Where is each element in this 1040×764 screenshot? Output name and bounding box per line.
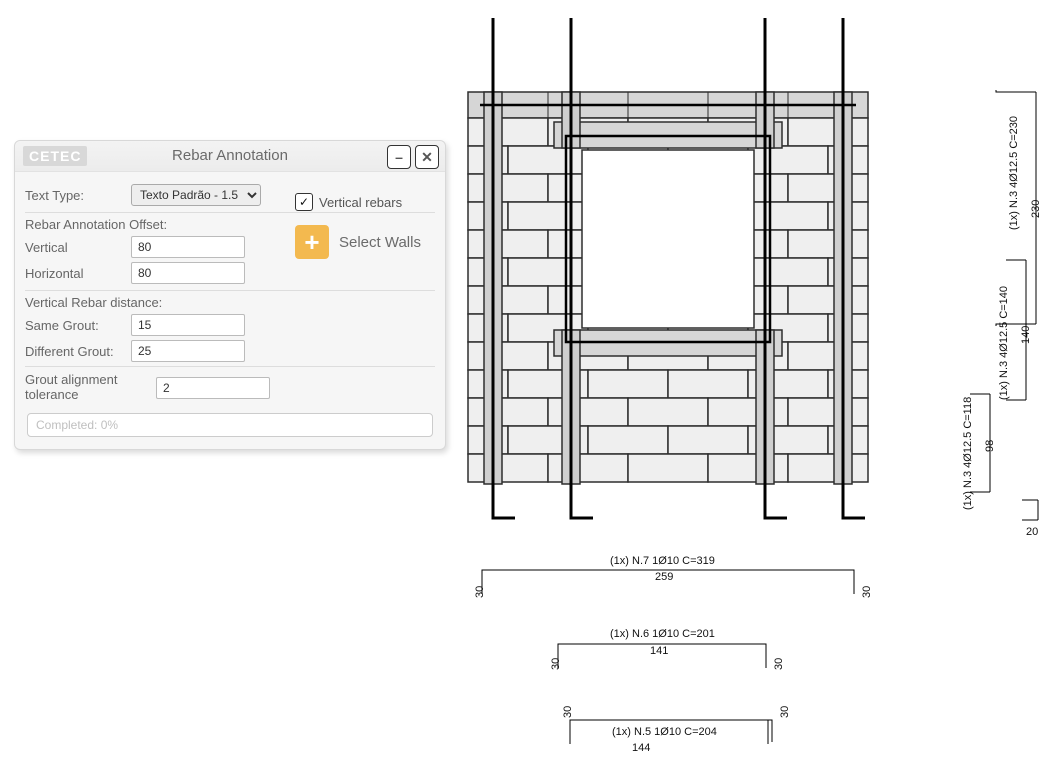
panel-right-column: ✓ Vertical rebars + Select Walls — [295, 193, 421, 259]
vdim-0-spec: (1x) N.3 4Ø12.5 C=230 — [1008, 116, 1020, 230]
panel-title: Rebar Annotation — [15, 141, 445, 171]
select-walls-label: Select Walls — [339, 234, 421, 251]
plus-icon: + — [295, 225, 329, 259]
vdim-1-spec: (1x) N.3 4Ø12.5 C=140 — [998, 286, 1010, 400]
same-grout-label: Same Grout: — [25, 318, 125, 333]
hdim-1-mid: 141 — [650, 645, 668, 657]
drawing-svg: .blk { fill:#efefef; stroke:#2e2e2e; str… — [450, 0, 1040, 764]
vertical-rebars-label: Vertical rebars — [319, 195, 402, 210]
text-type-select[interactable]: Texto Padrão - 1.5 — [131, 184, 261, 206]
vdim-bottom: 20 — [1026, 526, 1038, 538]
vdim-2-mid: 98 — [984, 440, 996, 452]
wall-drawing: .blk { fill:#efefef; stroke:#2e2e2e; str… — [450, 0, 1040, 764]
close-button[interactable]: ✕ — [415, 145, 439, 169]
hdim-1-left: 30 — [550, 658, 562, 670]
grout-tolerance-label: Grout alignment tolerance — [25, 373, 150, 403]
select-walls-button[interactable]: + Select Walls — [295, 225, 421, 259]
hdim-2-spec: (1x) N.5 1Ø10 C=204 — [612, 726, 717, 738]
vertical-offset-label: Vertical — [25, 240, 125, 255]
same-grout-input[interactable] — [131, 314, 245, 336]
progress-text: Completed: 0% — [36, 418, 118, 432]
hdim-2-left: 30 — [562, 706, 574, 718]
diff-grout-label: Different Grout: — [25, 344, 125, 359]
panel-titlebar[interactable]: CETEC Rebar Annotation – ✕ — [15, 141, 445, 172]
hdim-0-left: 30 — [474, 586, 486, 598]
hdim-1-spec: (1x) N.6 1Ø10 C=201 — [610, 628, 715, 640]
rebar-annotation-panel: CETEC Rebar Annotation – ✕ Text Type: Te… — [14, 140, 446, 450]
diff-grout-input[interactable] — [131, 340, 245, 362]
progress-bar: Completed: 0% — [27, 413, 433, 437]
hdim-0-mid: 259 — [655, 571, 673, 583]
vdim-1-mid: 140 — [1020, 326, 1032, 344]
grout-tolerance-input[interactable] — [156, 377, 270, 399]
vdim-0-mid: 230 — [1030, 200, 1040, 218]
hdim-2-mid: 144 — [632, 742, 650, 754]
text-type-label: Text Type: — [25, 188, 125, 203]
hdim-2-right: 30 — [779, 706, 791, 718]
vertical-rebars-checkbox[interactable]: ✓ — [295, 193, 313, 211]
minimize-button[interactable]: – — [387, 145, 411, 169]
vrd-section-label: Vertical Rebar distance: — [25, 290, 435, 310]
hdim-0-spec: (1x) N.7 1Ø10 C=319 — [610, 555, 715, 567]
horizontal-offset-label: Horizontal — [25, 266, 125, 281]
horizontal-offset-input[interactable] — [131, 262, 245, 284]
hdim-0-right: 30 — [861, 586, 873, 598]
vertical-offset-input[interactable] — [131, 236, 245, 258]
hdim-1-right: 30 — [773, 658, 785, 670]
vdim-2-spec: (1x) N.3 4Ø12.5 C=118 — [962, 397, 974, 510]
